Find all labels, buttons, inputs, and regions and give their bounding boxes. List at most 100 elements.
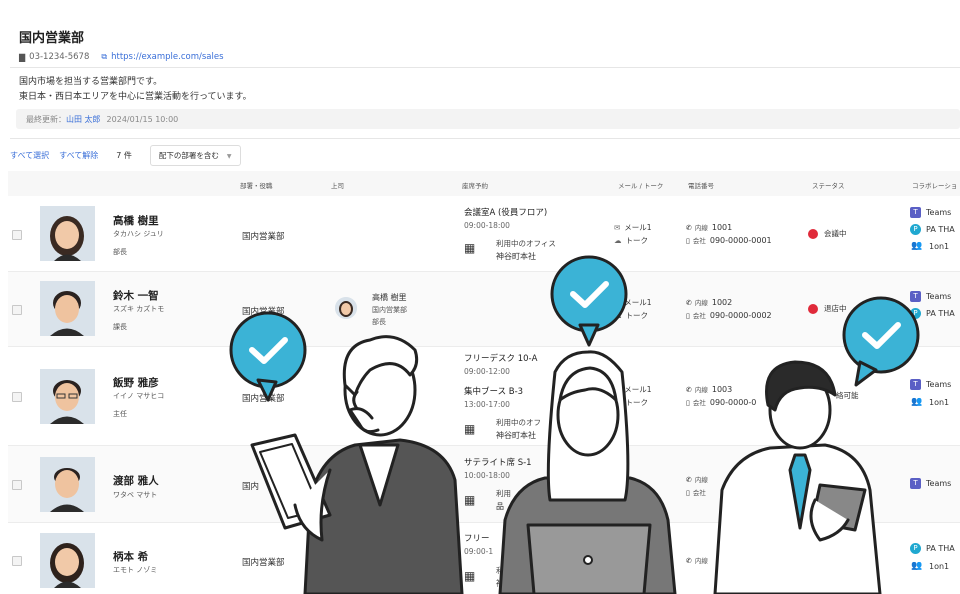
one-on-one-link[interactable]: 👥 1on1 bbox=[910, 397, 949, 408]
employee-name[interactable]: 高橋 樹里 bbox=[113, 213, 159, 228]
column-header-collab[interactable]: コラボレーショ bbox=[912, 180, 957, 190]
ext-label: 内線 bbox=[694, 386, 708, 394]
row-checkbox[interactable] bbox=[12, 556, 22, 566]
one-on-one-link[interactable]: 👥 1on1 bbox=[910, 241, 949, 252]
status-dot bbox=[808, 303, 818, 314]
status-badge: 退店中 bbox=[808, 303, 847, 314]
mobile-phone[interactable]: ▯ 会社 bbox=[686, 487, 710, 497]
column-header-mail[interactable]: メール / トーク bbox=[618, 180, 663, 190]
one-on-one-link[interactable]: 👥 1on1 bbox=[910, 561, 949, 572]
seat-reservation[interactable]: フリーデスク 10-A bbox=[464, 352, 537, 364]
employee-name[interactable]: 柄本 希 bbox=[113, 549, 148, 564]
teams-link[interactable]: T Teams bbox=[910, 379, 951, 390]
pa-link[interactable]: P PA THA bbox=[910, 543, 955, 554]
pa-link[interactable]: P PA THA bbox=[910, 308, 955, 319]
mail-link[interactable]: ✉ メール1 bbox=[614, 297, 652, 308]
scope-dropdown-value: 配下の部署を含む bbox=[158, 150, 219, 160]
mail-label: メール1 bbox=[624, 223, 652, 232]
phone-icon: ✆ bbox=[686, 557, 692, 565]
employee-kana: タカハシ ジュリ bbox=[113, 230, 164, 238]
company-label: 会社 bbox=[692, 399, 706, 407]
talk-label: トーク bbox=[625, 398, 649, 407]
employee-name[interactable]: 鈴木 一智 bbox=[113, 288, 159, 303]
column-header-boss[interactable]: 上司 bbox=[331, 180, 344, 190]
table-header: 部署・役職 上司 座席予約 メール / トーク 電話番号 ステータス コラボレー… bbox=[8, 171, 960, 196]
table-row[interactable]: 高橋 樹里 タカハシ ジュリ 部長 国内営業部 会議室A (役員フロア) 09:… bbox=[8, 197, 960, 272]
ext-label: 内線 bbox=[694, 557, 708, 565]
teams-link[interactable]: T Teams bbox=[910, 291, 951, 302]
column-header-dept[interactable]: 部署・役職 bbox=[240, 180, 273, 190]
teams-icon: T bbox=[910, 291, 921, 302]
row-checkbox[interactable] bbox=[12, 230, 22, 240]
deselect-all-link[interactable]: すべて解除 bbox=[59, 150, 98, 161]
mobile-icon: ▯ bbox=[686, 237, 690, 245]
row-checkbox[interactable] bbox=[12, 305, 22, 315]
mobile-icon: ▯ bbox=[686, 489, 690, 497]
updated-by-link[interactable]: 山田 太郎 bbox=[66, 114, 101, 125]
mobile-phone[interactable]: ▯ 会社 090-0000-0002 bbox=[686, 310, 772, 320]
chat-icon: ☁ bbox=[614, 398, 622, 407]
seat-reservation[interactable]: サテライト席 S-1 bbox=[464, 456, 532, 468]
scope-dropdown[interactable]: 配下の部署を含む ▼ bbox=[149, 144, 241, 166]
company-label: 会社 bbox=[692, 312, 706, 320]
ext-phone[interactable]: ✆ 内線 1001 bbox=[686, 222, 732, 232]
one-on-one-label: 1on1 bbox=[929, 562, 950, 571]
talk-label: トーク bbox=[625, 311, 649, 320]
teams-link[interactable]: T Teams bbox=[910, 207, 951, 218]
pa-link[interactable]: P PA THA bbox=[910, 224, 955, 235]
pa-icon: P bbox=[910, 224, 921, 235]
table-row[interactable]: 柄本 希 エモト ノゾミ 国内営業部 フリー 09:00-1 ▦ 利用中のオフ … bbox=[8, 523, 960, 594]
employee-name[interactable]: 飯野 雅彦 bbox=[113, 375, 159, 390]
avatar bbox=[40, 369, 95, 424]
select-all-link[interactable]: すべて選択 bbox=[10, 150, 49, 161]
copy-icon[interactable]: ⧉ bbox=[101, 52, 107, 62]
boss-name[interactable]: 高橋 樹里 bbox=[372, 292, 407, 303]
ext-phone[interactable]: ✆ 内線 1002 bbox=[686, 297, 732, 307]
mobile-phone[interactable]: ▯ 会社 090-0000-0 bbox=[686, 397, 756, 407]
employee-kana: スズキ カズトモ bbox=[113, 305, 165, 313]
status-text: 退店中 bbox=[824, 304, 847, 313]
contact-line: ▇ 03-1234-5678 ⧉ https://example.com/sal… bbox=[19, 52, 224, 62]
mail-link[interactable]: ✉ メール1 bbox=[614, 384, 652, 395]
row-checkbox[interactable] bbox=[12, 480, 22, 490]
column-header-seat[interactable]: 座席予約 bbox=[462, 180, 488, 190]
table-row[interactable]: 鈴木 一智 スズキ カズトモ 課長 国内営業部 高橋 樹里 国内営業部 部長 ✉… bbox=[8, 272, 960, 347]
office-label: 利用中のオフ bbox=[496, 418, 541, 427]
teams-label: Teams bbox=[926, 208, 952, 217]
employee-name[interactable]: 渡部 雅人 bbox=[113, 473, 159, 488]
teams-label: Teams bbox=[926, 380, 952, 389]
ext-phone[interactable]: ✆ 内線 bbox=[686, 555, 712, 565]
department-description: 国内市場を担当する営業部門です。 東日本・西日本エリアを中心に営業活動を行ってい… bbox=[19, 75, 252, 105]
pa-label: PA THA bbox=[926, 309, 955, 318]
employee-dept: 国内営業部 bbox=[242, 232, 285, 242]
boss-avatar[interactable] bbox=[335, 297, 357, 319]
teams-icon: T bbox=[910, 379, 921, 390]
seat-reservation[interactable]: フリー bbox=[464, 532, 490, 544]
talk-link[interactable]: ☁ トーク bbox=[614, 310, 648, 321]
department-url-link[interactable]: https://example.com/sales bbox=[111, 52, 223, 62]
description-line: 東日本・西日本エリアを中心に営業活動を行っています。 bbox=[19, 92, 252, 102]
column-header-status[interactable]: ステータス bbox=[812, 180, 845, 190]
row-checkbox[interactable] bbox=[12, 392, 22, 402]
employee-kana: エモト ノゾミ bbox=[113, 566, 158, 574]
office-name: 神谷町本社 bbox=[496, 431, 536, 440]
column-header-phone[interactable]: 電話番号 bbox=[688, 180, 714, 190]
office-building-icon: ▦ bbox=[464, 241, 476, 255]
mobile-icon: ▯ bbox=[686, 399, 690, 407]
seat-reservation[interactable]: 集中ブース B-3 bbox=[464, 385, 523, 397]
status-dot bbox=[808, 228, 818, 239]
mail-link[interactable]: ✉ メール1 bbox=[614, 222, 652, 233]
mobile-phone[interactable]: ▯ 会社 090-0000-0001 bbox=[686, 235, 772, 245]
chat-icon: ☁ bbox=[614, 236, 622, 245]
office-name: 品 bbox=[496, 502, 504, 511]
table-row[interactable]: 渡部 雅人 ワタベ マサト 国内 サテライト席 S-1 10:00-18:00 … bbox=[8, 446, 960, 523]
ext-phone[interactable]: ✆ 内線 1003 bbox=[686, 384, 732, 394]
talk-link[interactable]: ☁ トーク bbox=[614, 397, 648, 408]
chevron-down-icon: ▼ bbox=[226, 152, 232, 160]
teams-link[interactable]: T Teams bbox=[910, 478, 951, 489]
talk-link[interactable]: ☁ トーク bbox=[614, 235, 648, 246]
seat-reservation[interactable]: 会議室A (役員フロア) bbox=[464, 206, 547, 218]
page-title: 国内営業部 bbox=[19, 31, 85, 46]
ext-phone[interactable]: ✆ 内線 bbox=[686, 474, 712, 484]
table-row[interactable]: 飯野 雅彦 イイノ マサヒコ 主任 国内営業部 フリーデスク 10-A 09:0… bbox=[8, 347, 960, 446]
